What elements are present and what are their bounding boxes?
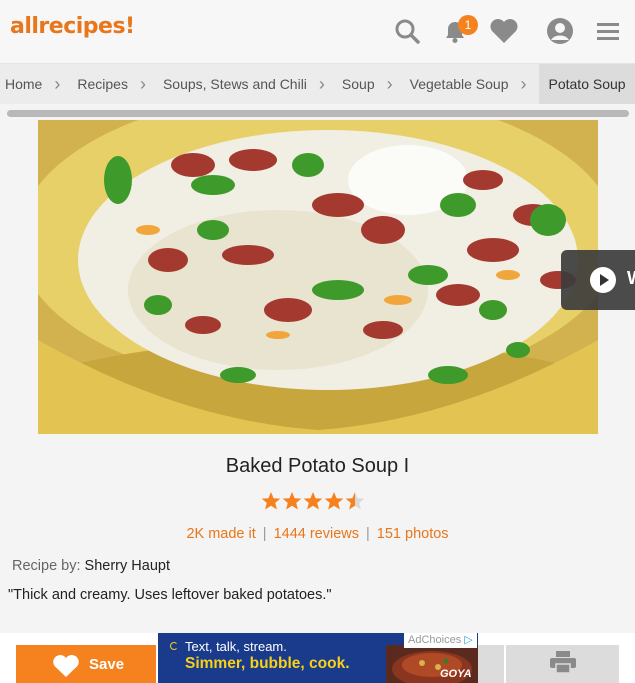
heart-icon[interactable]: [489, 16, 519, 46]
search-icon[interactable]: [392, 16, 422, 46]
notification-badge: 1: [458, 15, 478, 35]
heart-icon: [52, 654, 80, 682]
chevron-right-icon: ›: [520, 73, 527, 94]
adchoices-icon: ▷: [464, 634, 473, 646]
breadcrumb-potato-soup[interactable]: Potato Soup: [538, 64, 635, 104]
chevron-right-icon: ›: [54, 73, 61, 94]
user-avatar-icon[interactable]: [545, 16, 575, 46]
advertisement-banner[interactable]: Text, talk, stream. Simmer, bubble, cook…: [158, 633, 478, 683]
allrecipes-logo[interactable]: allrecipes!: [10, 14, 135, 39]
menu-icon[interactable]: [593, 16, 623, 46]
watch-video-button[interactable]: W: [561, 250, 635, 310]
star-rating[interactable]: [261, 490, 369, 512]
recipe-title: Baked Potato Soup I: [225, 455, 410, 477]
recipe-description: "Thick and creamy. Uses leftover baked p…: [8, 587, 332, 603]
ad-brand-logo: GOYA: [440, 668, 472, 680]
print-icon: [548, 650, 578, 679]
save-label: Save: [89, 655, 125, 673]
adchoices-label: AdChoices: [408, 634, 462, 646]
byline-label: Recipe by:: [12, 558, 81, 574]
breadcrumb-soups-stews-chili[interactable]: Soups, Stews and Chili: [158, 64, 307, 104]
breadcrumb-home[interactable]: Home: [0, 64, 42, 104]
loading-spinner-icon: [170, 642, 178, 650]
recipe-stats: 2K made it | 1444 reviews | 151 photos: [186, 526, 449, 542]
recipe-photo[interactable]: [38, 120, 598, 434]
chevron-right-icon: ›: [139, 73, 146, 94]
breadcrumb-soup[interactable]: Soup: [337, 64, 375, 104]
share-button[interactable]: [476, 645, 504, 683]
print-button[interactable]: [506, 645, 619, 683]
adchoices-link[interactable]: AdChoices ▷: [404, 633, 477, 648]
breadcrumb-vegetable-soup[interactable]: Vegetable Soup: [405, 64, 509, 104]
author-link[interactable]: Sherry Haupt: [85, 558, 170, 574]
breadcrumb-recipes[interactable]: Recipes: [72, 64, 128, 104]
reviews-link[interactable]: 1444 reviews: [274, 526, 359, 542]
chevron-right-icon: ›: [386, 73, 393, 94]
save-button[interactable]: Save: [16, 645, 156, 683]
top-header: allrecipes! 1: [0, 0, 635, 64]
ad-line-2: Simmer, bubble, cook.: [185, 655, 350, 672]
page: allrecipes! 1 Home › Recipes › Soups, St…: [0, 0, 635, 683]
made-it-link[interactable]: 2K made it: [186, 526, 255, 542]
ad-line-1: Text, talk, stream.: [185, 639, 287, 654]
breadcrumb: Home › Recipes › Soups, Stews and Chili …: [0, 64, 635, 104]
horizontal-scrollbar[interactable]: [7, 110, 629, 117]
logo-text: allrecipes: [10, 14, 126, 39]
photos-link[interactable]: 151 photos: [377, 526, 449, 542]
play-icon: [590, 267, 616, 293]
recipe-byline: Recipe by: Sherry Haupt: [12, 558, 170, 574]
watch-label: W: [627, 268, 635, 289]
chevron-right-icon: ›: [318, 73, 325, 94]
